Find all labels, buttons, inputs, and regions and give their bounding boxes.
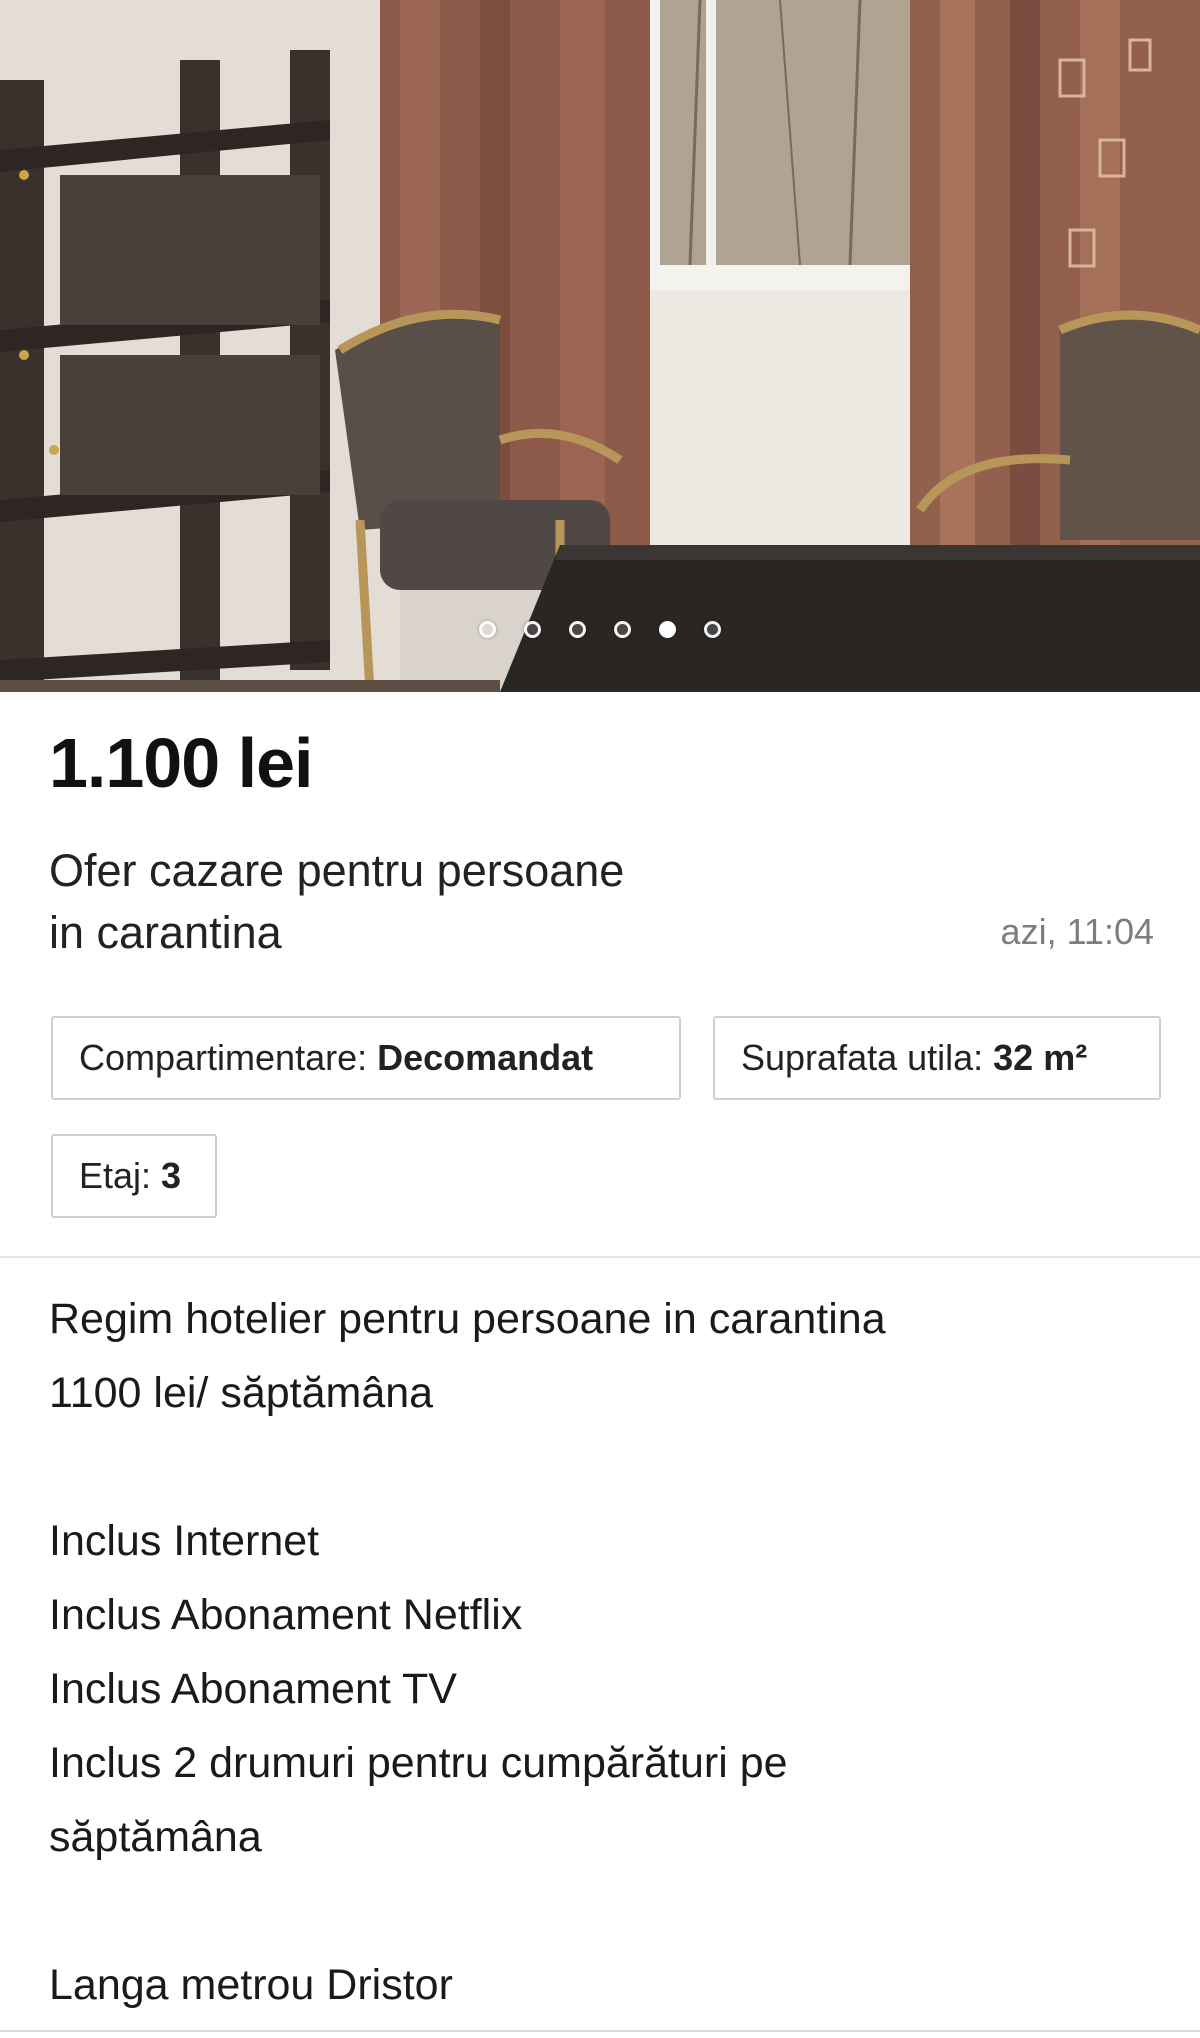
carousel-dot[interactable]: [569, 621, 586, 638]
posted-date: azi, 11:04: [1000, 911, 1154, 952]
description-line: Inclus Internet: [49, 1517, 320, 1565]
carousel-pagination: [0, 621, 1200, 638]
description-line: Inclus Abonament Netflix: [49, 1591, 523, 1639]
attribute-value: 32 m²: [993, 1037, 1088, 1078]
carousel-dot[interactable]: [614, 621, 631, 638]
attribute-chip-etaj: Etaj: 3: [51, 1134, 217, 1218]
listing-title-line-1: Ofer cazare pentru persoane: [49, 845, 625, 896]
description-line: Regim hotelier pentru persoane in carant…: [49, 1295, 886, 1343]
carousel-dot[interactable]: [479, 621, 496, 638]
bottom-divider: [0, 2030, 1200, 2032]
description-spacer: [49, 1874, 1149, 1948]
description-spacer: [49, 1430, 1149, 1504]
listing-description: Regim hotelier pentru persoane in carant…: [49, 1282, 1149, 2022]
attribute-value: Decomandat: [377, 1037, 594, 1078]
listing-title: Ofer cazare pentru persoane in carantina: [49, 840, 769, 964]
description-line: Inclus Abonament TV: [49, 1665, 457, 1713]
listing-photo: [0, 0, 1200, 692]
carousel-dot[interactable]: [659, 621, 676, 638]
carousel-dot[interactable]: [704, 621, 721, 638]
attribute-chip-suprafata: Suprafata utila: 32 m²: [713, 1016, 1161, 1100]
attribute-value: 3: [161, 1155, 182, 1196]
attribute-label: Suprafata utila:: [741, 1037, 984, 1078]
description-line: Langa metrou Dristor: [49, 1961, 453, 2009]
listing-title-line-2: in carantina: [49, 907, 282, 958]
photo-carousel[interactable]: [0, 0, 1200, 692]
description-line: săptămâna: [49, 1813, 262, 1861]
description-line: Inclus 2 drumuri pentru cumpărături pe: [49, 1739, 788, 1787]
attribute-chip-compartimentare: Compartimentare: Decomandat: [51, 1016, 681, 1100]
attribute-label: Compartimentare:: [79, 1037, 368, 1078]
attribute-label: Etaj:: [79, 1155, 152, 1196]
description-line: 1100 lei/ săptămâna: [49, 1369, 434, 1417]
carousel-dot[interactable]: [524, 621, 541, 638]
section-divider: [0, 1256, 1200, 1258]
listing-price: 1.100 lei: [49, 724, 313, 802]
